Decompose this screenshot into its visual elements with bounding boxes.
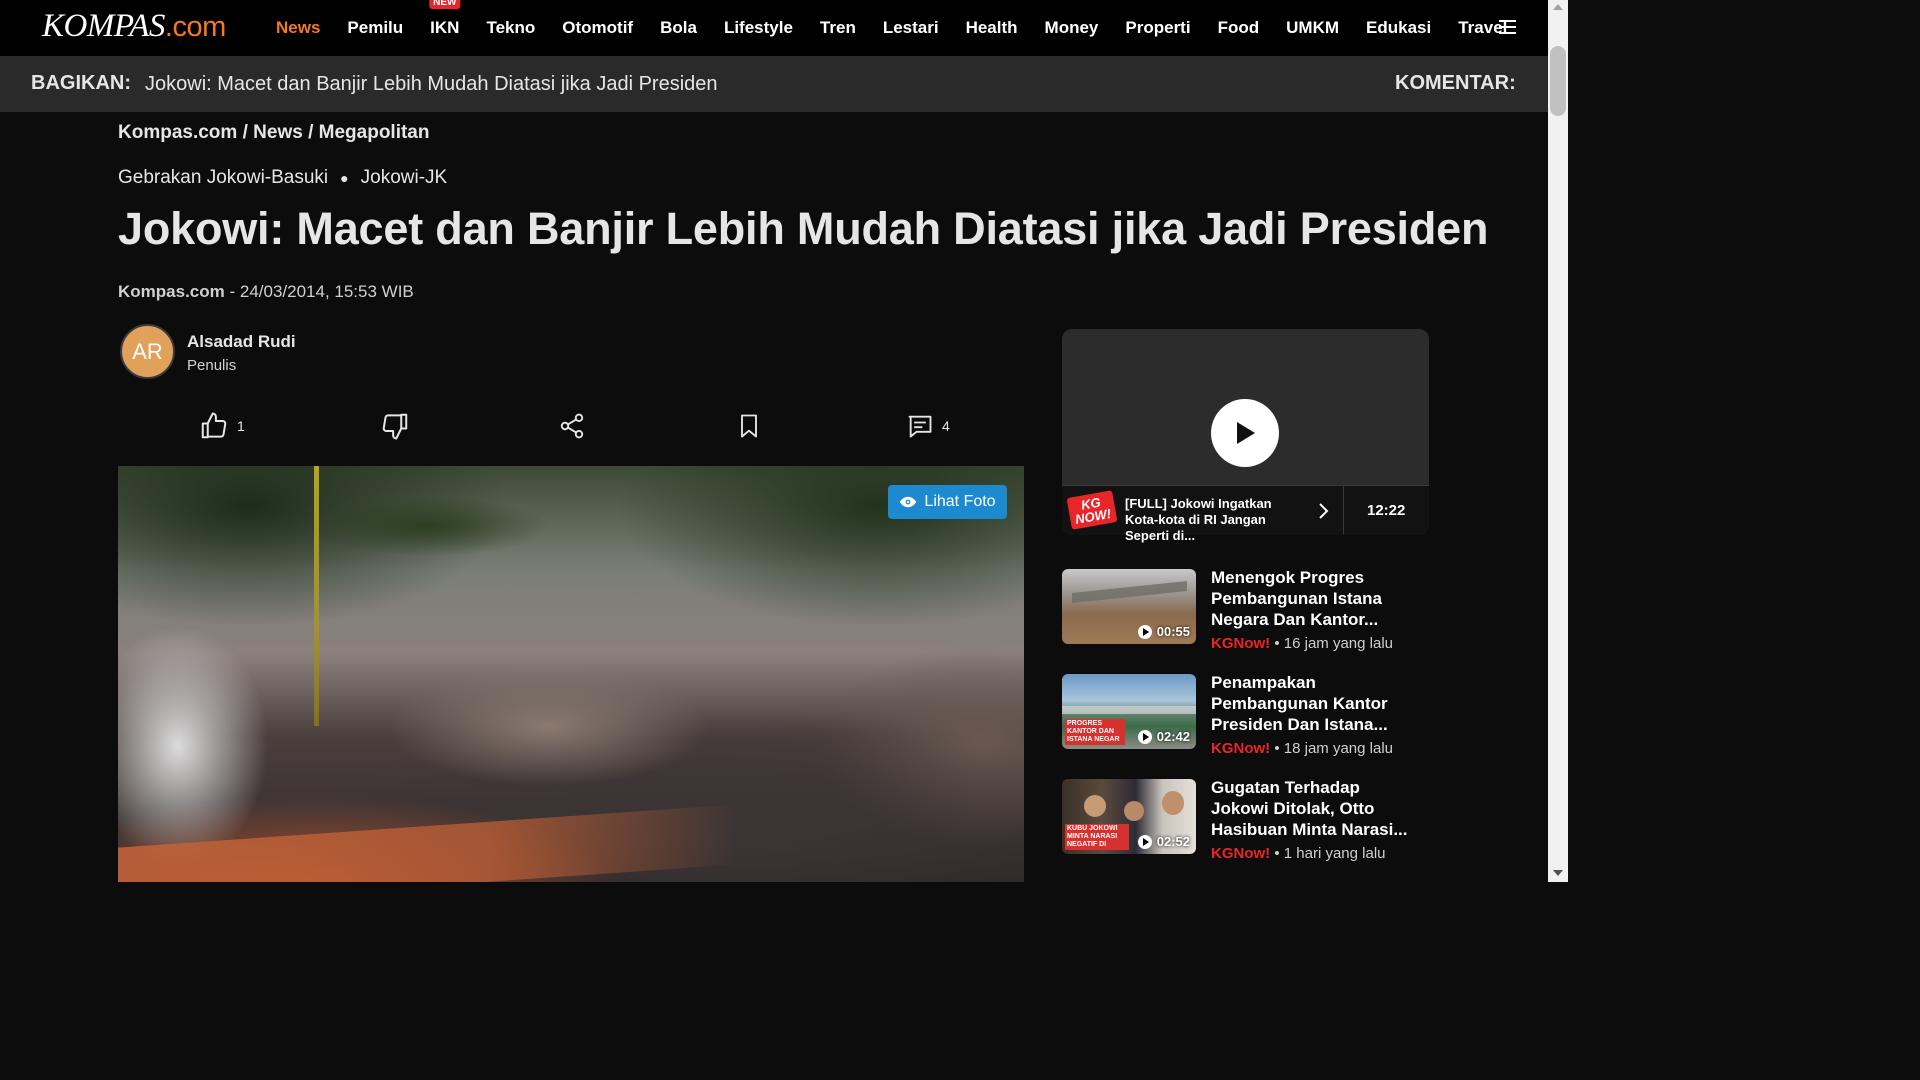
top-navbar: KOMPAS.com News Pemilu IKN NEW Tekno Otom… [0,0,1548,56]
share-icon [560,413,584,439]
nav-item-properti[interactable]: Properti [1125,18,1190,38]
video-item-title[interactable]: Penampakan Pembangunan Kantor Presiden D… [1211,672,1421,735]
video-title[interactable]: [FULL] Jokowi Ingatkan Kota-kota di RI J… [1125,496,1305,544]
scroll-up-arrow-icon[interactable] [1553,4,1563,10]
divider [1343,486,1344,534]
play-icon [1137,834,1152,849]
author-role: Penulis [187,357,237,374]
nav-item-food[interactable]: Food [1218,18,1260,38]
video-thumbnail[interactable]: PROGRES KANTOR DAN ISTANA NEGAR 02:42 [1062,674,1196,749]
nav-menu: News Pemilu IKN NEW Tekno Otomotif Bola L… [276,0,1534,56]
play-button[interactable] [1211,399,1279,467]
eye-icon [900,496,917,508]
like-count: 1 [237,418,245,434]
video-duration-badge: 02:42 [1137,729,1190,744]
tag-link[interactable]: Gebrakan Jokowi-Basuki [118,167,328,189]
article-hero-image[interactable] [118,466,1024,882]
nav-item-bola[interactable]: Bola [660,18,697,38]
video-thumbnail[interactable]: KUBU JOKOWI MINTA NARASI NEGATIF DI 02:5… [1062,779,1196,854]
video-item-meta: KGNow! • 18 jam yang lalu [1211,740,1393,757]
new-badge: NEW [429,0,461,9]
video-duration: 12:22 [1367,502,1406,519]
video-duration-badge: 00:55 [1137,624,1190,639]
play-icon [1137,729,1152,744]
nav-item-lestari[interactable]: Lestari [883,18,939,38]
comment-count: 4 [942,418,950,434]
view-photo-button[interactable]: Lihat Foto [888,485,1007,519]
video-thumbnail-caption: PROGRES KANTOR DAN ISTANA NEGAR [1065,719,1125,745]
breadcrumb-item-home[interactable]: Kompas.com [118,122,237,143]
thumbs-up-icon [201,412,227,439]
author-avatar[interactable]: AR [120,324,175,379]
nav-item-lifestyle[interactable]: Lifestyle [724,18,793,38]
nav-item-money[interactable]: Money [1045,18,1099,38]
nav-item-ikn[interactable]: IKN NEW [429,0,461,38]
nav-item-tren[interactable]: Tren [820,18,856,38]
video-duration-badge: 02:52 [1137,834,1190,849]
video-list-item[interactable]: KUBU JOKOWI MINTA NARASI NEGATIF DI 02:5… [1062,777,1429,862]
scrollbar-thumb[interactable] [1550,46,1566,116]
thumbs-down-icon [382,413,408,440]
image-detail [314,466,319,726]
nav-item-tekno[interactable]: Tekno [486,18,535,38]
play-icon [1137,624,1152,639]
dislike-button[interactable] [380,408,410,444]
video-item-meta: KGNow! • 16 jam yang lalu [1211,635,1393,652]
article-tags: Gebrakan Jokowi-Basuki ● Jokowi-JK [118,167,447,189]
nav-item-umkm[interactable]: UMKM [1286,18,1339,38]
share-bar: BAGIKAN: Jokowi: Macet dan Banjir Lebih … [0,56,1548,112]
video-thumbnail[interactable]: 00:55 [1062,569,1196,644]
share-label: BAGIKAN: [31,72,131,94]
scroll-down-arrow-icon[interactable] [1553,870,1563,876]
article-source[interactable]: Kompas.com [118,282,225,301]
video-item-title[interactable]: Gugatan Terhadap Jokowi Ditolak, Otto Ha… [1211,777,1421,840]
nav-item-health[interactable]: Health [966,18,1018,38]
play-icon [1237,422,1255,444]
view-photo-label: Lihat Foto [924,493,996,510]
video-item-title[interactable]: Menengok Progres Pembangunan Istana Nega… [1211,567,1421,630]
share-button[interactable] [558,408,586,444]
tag-separator: ● [340,170,349,186]
tag-link[interactable]: Jokowi-JK [361,167,448,189]
author-name[interactable]: Alsadad Rudi [187,332,296,352]
bookmark-button[interactable] [735,408,763,444]
scrollbar-track[interactable] [1548,0,1568,882]
comment-icon [908,415,932,438]
comment-label[interactable]: KOMENTAR: [1395,72,1516,95]
menu-hamburger-icon[interactable] [1499,20,1516,34]
video-list-item[interactable]: 00:55 Menengok Progres Pembangunan Istan… [1062,567,1429,652]
article-meta: Kompas.com - 24/03/2014, 15:53 WIB [118,282,414,302]
chevron-right-icon[interactable] [1316,502,1330,525]
breadcrumb-item-news[interactable]: News [253,122,303,143]
video-item-meta: KGNow! • 1 hari yang lalu [1211,845,1386,862]
nav-item-otomotif[interactable]: Otomotif [562,18,633,38]
bookmark-icon [741,414,757,438]
comment-button[interactable]: 4 [906,408,950,444]
like-button[interactable]: 1 [199,408,245,444]
video-thumbnail-caption: KUBU JOKOWI MINTA NARASI NEGATIF DI [1065,824,1129,850]
nav-item-news[interactable]: News [276,18,320,38]
nav-item-edukasi[interactable]: Edukasi [1366,18,1431,38]
breadcrumb-item-megapolitan[interactable]: Megapolitan [319,122,430,143]
kompas-logo[interactable]: KOMPAS.com [42,8,226,45]
article-headline: Jokowi: Macet dan Banjir Lebih Mudah Dia… [118,203,1489,254]
share-bar-title: Jokowi: Macet dan Banjir Lebih Mudah Dia… [145,73,718,95]
nav-item-pemilu[interactable]: Pemilu [347,18,403,38]
article-datetime: - 24/03/2014, 15:53 WIB [229,282,414,301]
image-detail [118,804,738,882]
breadcrumb: Kompas.com / News / Megapolitan [118,122,430,143]
video-list-item[interactable]: PROGRES KANTOR DAN ISTANA NEGAR 02:42 Pe… [1062,672,1429,757]
